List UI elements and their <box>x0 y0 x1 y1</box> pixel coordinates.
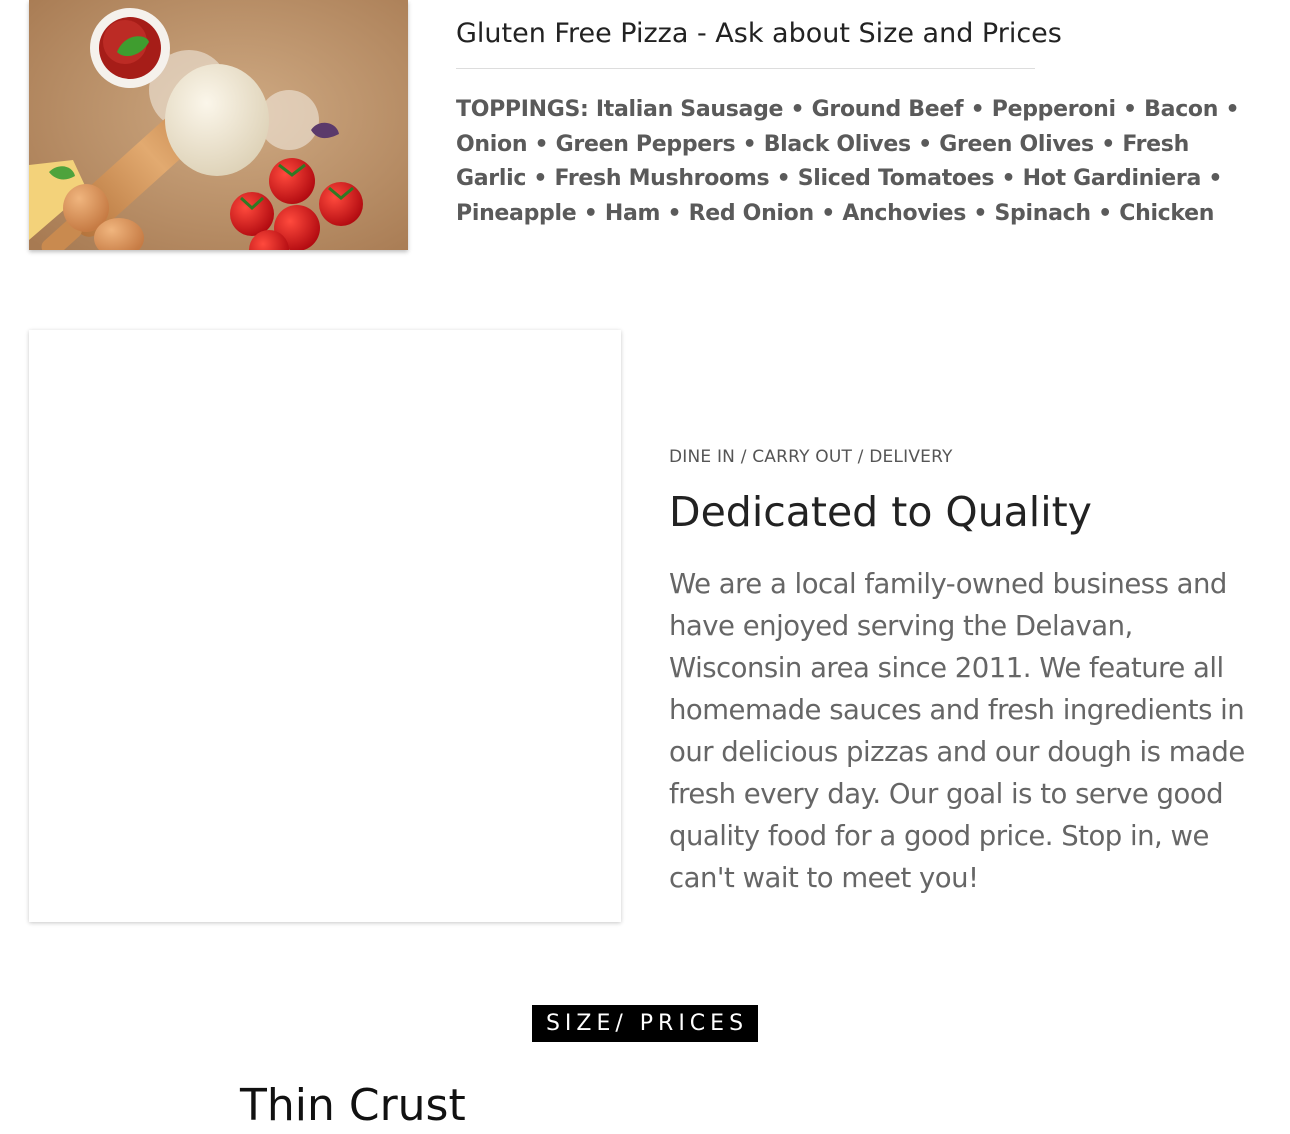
pizza-ingredients-photo <box>29 0 408 250</box>
thin-crust-heading: Thin Crust <box>240 1080 466 1131</box>
gluten-free-title: Gluten Free Pizza - Ask about Size and P… <box>456 18 1062 49</box>
toppings-list: TOPPINGS: Italian Sausage • Ground Beef … <box>456 97 1240 226</box>
divider <box>456 68 1035 69</box>
about-description: We are a local family-owned business and… <box>669 568 1245 894</box>
service-options: DINE IN / CARRY OUT / DELIVERY <box>669 447 953 467</box>
about-image <box>29 330 621 922</box>
about-heading: Dedicated to Quality <box>669 488 1092 536</box>
size-prices-label: SIZE/ PRICES <box>532 1005 758 1042</box>
